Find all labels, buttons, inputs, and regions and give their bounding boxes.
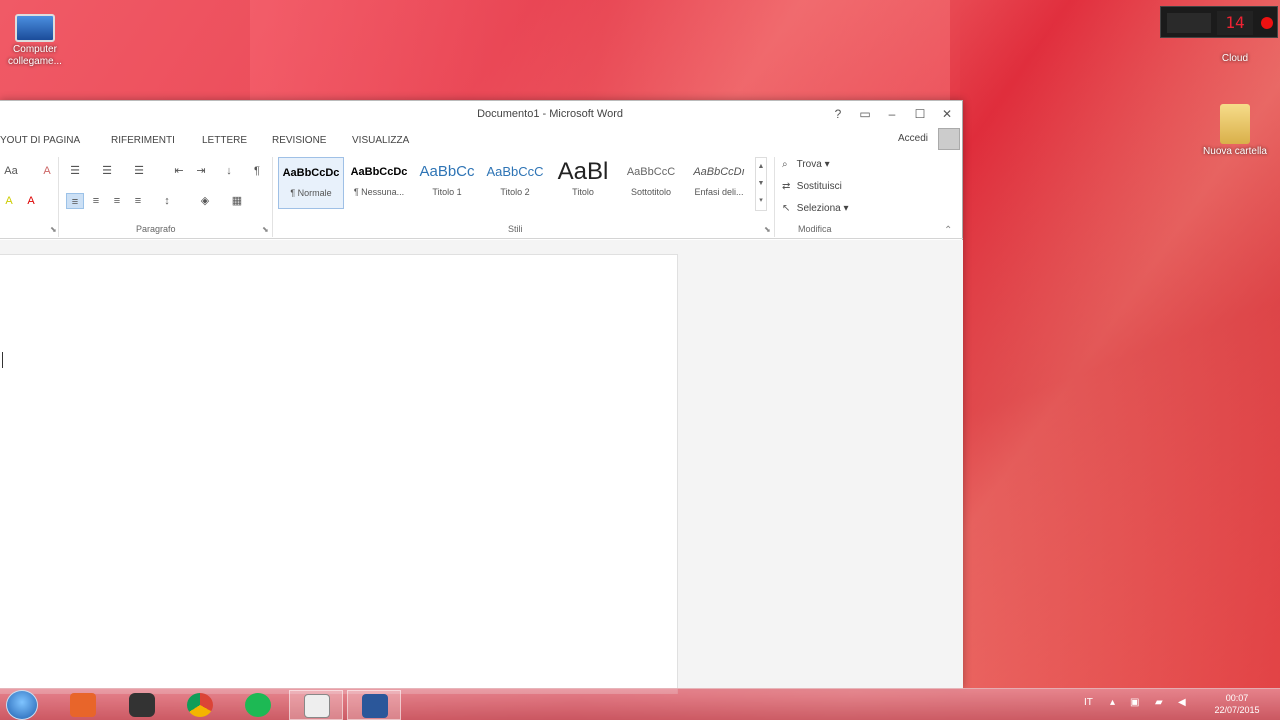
document-area — [0, 240, 963, 694]
show-hidden-icons-icon[interactable]: ▴ — [1110, 697, 1115, 708]
taskbar-app-chrome[interactable] — [173, 690, 227, 720]
line-spacing-icon[interactable]: ↕ — [158, 193, 176, 209]
taskbar-app-power[interactable] — [56, 690, 110, 720]
desktop-icon-label: Nuova cartella — [1203, 146, 1267, 157]
style-subtitle[interactable]: AaBbCcC Sottotitolo — [618, 157, 684, 209]
taskbar-app-notepad[interactable] — [289, 690, 343, 720]
notepad-icon — [304, 694, 330, 718]
word-window: Documento1 - Microsoft Word ? ▭ – ☐ ✕ YO… — [0, 100, 963, 694]
desktop-gadget[interactable]: 14 — [1160, 6, 1278, 38]
taskbar-app-word[interactable] — [347, 690, 401, 720]
collapse-ribbon-icon[interactable]: ⌃ — [944, 225, 952, 236]
volume-icon[interactable]: ◀ — [1178, 697, 1186, 708]
computer-icon — [15, 14, 55, 42]
justify-icon[interactable]: ≡ — [129, 193, 147, 209]
multilevel-list-icon[interactable]: ☰ — [130, 163, 148, 179]
font-dialog-launcher-icon[interactable]: ⬊ — [50, 225, 57, 234]
tab-view[interactable]: VISUALIZZA — [352, 135, 409, 146]
clock-time: 00:07 — [1225, 693, 1249, 703]
clear-formatting-icon[interactable]: A — [38, 163, 56, 179]
paragraph-dialog-launcher-icon[interactable]: ⬊ — [262, 225, 269, 234]
align-left-icon[interactable]: ≡ — [66, 193, 84, 209]
signin-link[interactable]: Accedi — [898, 133, 928, 144]
word-icon — [362, 694, 388, 718]
style-normal[interactable]: AaBbCcDc ¶ Normale — [278, 157, 344, 209]
bullets-icon[interactable]: ☰ — [66, 163, 84, 179]
maximize-button[interactable]: ☐ — [910, 105, 930, 123]
help-button[interactable]: ? — [828, 105, 848, 123]
gadget-panel — [1167, 13, 1211, 33]
chrome-icon — [187, 693, 213, 717]
style-no-spacing[interactable]: AaBbCcDc ¶ Nessuna... — [346, 157, 412, 209]
text-caret — [2, 352, 3, 368]
group-separator — [58, 157, 59, 237]
styles-dialog-launcher-icon[interactable]: ⬊ — [764, 225, 771, 234]
select-button[interactable]: ↖ Seleziona ▾ — [782, 203, 849, 214]
tab-review[interactable]: REVISIONE — [272, 135, 326, 146]
start-button[interactable] — [6, 690, 38, 720]
align-right-icon[interactable]: ≡ — [108, 193, 126, 209]
record-icon — [1261, 17, 1273, 29]
minimize-button[interactable]: – — [882, 105, 902, 123]
taskbar-app-webcam[interactable] — [115, 690, 169, 720]
taskbar-app-spotify[interactable] — [231, 690, 285, 720]
style-heading-2[interactable]: AaBbCcC Titolo 2 — [482, 157, 548, 209]
group-separator — [272, 157, 273, 237]
folder-icon — [1220, 104, 1250, 144]
change-case-button[interactable]: Aa — [0, 163, 22, 179]
decrease-indent-icon[interactable]: ⇤ — [170, 163, 188, 179]
tab-layout[interactable]: YOUT DI PAGINA — [0, 135, 80, 146]
tab-mailings[interactable]: LETTERE — [202, 135, 247, 146]
clock-date: 22/07/2015 — [1214, 705, 1260, 715]
taskbar-clock[interactable]: 00:07 22/07/2015 — [1200, 692, 1274, 716]
title-bar[interactable]: Documento1 - Microsoft Word ? ▭ – ☐ ✕ — [0, 101, 963, 129]
shading-icon[interactable]: ◈ — [196, 193, 214, 209]
document-page[interactable] — [0, 254, 678, 694]
show-formatting-icon[interactable]: ¶ — [248, 163, 266, 179]
numbering-icon[interactable]: ☰ — [98, 163, 116, 179]
borders-icon[interactable]: ▦ — [228, 193, 246, 209]
power-app-icon — [70, 693, 96, 717]
network-icon[interactable]: ▣ — [1130, 697, 1139, 708]
taskbar: IT ▴ ▣ ▰ ◀ 00:07 22/07/2015 — [0, 688, 1280, 720]
cursor-icon: ↖ — [782, 203, 791, 214]
styles-group-label: Stili — [508, 224, 523, 234]
close-button[interactable]: ✕ — [937, 105, 957, 123]
align-center-icon[interactable]: ≡ — [87, 193, 105, 209]
styles-gallery-scroll[interactable]: ▲ ▼ ▾ — [755, 157, 767, 211]
avatar[interactable] — [938, 128, 960, 150]
desktop-icon-label: Computer collegame... — [8, 44, 62, 67]
gadget-counter: 14 — [1217, 11, 1253, 35]
binoculars-icon: ⌕ — [782, 159, 788, 170]
spotify-icon — [245, 693, 271, 717]
increase-indent-icon[interactable]: ⇥ — [192, 163, 210, 179]
language-indicator[interactable]: IT — [1084, 697, 1093, 708]
style-title[interactable]: AaBl Titolo — [550, 157, 616, 209]
group-separator — [774, 157, 775, 237]
paragraph-group-label: Paragrafo — [136, 224, 176, 234]
replace-button[interactable]: ⇄ Sostituisci — [782, 181, 842, 192]
tab-references[interactable]: RIFERIMENTI — [111, 135, 175, 146]
ribbon-display-options-button[interactable]: ▭ — [855, 105, 875, 123]
wallpaper-streak — [250, 0, 950, 100]
sort-icon[interactable]: ↓ — [220, 163, 238, 179]
ribbon: Aa A A A ☰ ☰ ☰ ⇤ ⇥ ↓ ¶ ≡ ≡ ≡ ≡ ↕ ◈ ▦ Par… — [0, 151, 963, 239]
find-button[interactable]: ⌕ Trova ▾ — [782, 159, 830, 170]
window-title: Documento1 - Microsoft Word — [477, 108, 623, 120]
desktop-icon-computer[interactable]: Computer collegame... — [0, 8, 70, 68]
highlight-icon[interactable]: A — [0, 193, 18, 209]
font-color-icon[interactable]: A — [22, 193, 40, 209]
style-heading-1[interactable]: AaBbCc Titolo 1 — [414, 157, 480, 209]
styles-gallery: AaBbCcDc ¶ Normale AaBbCcDc ¶ Nessuna...… — [278, 157, 756, 211]
style-subtle-emphasis[interactable]: AaBbCcDı Enfasi deli... — [686, 157, 752, 209]
desktop-icon-cloud[interactable]: Cloud — [1200, 36, 1270, 65]
desktop-icon-label: Cloud — [1221, 53, 1249, 64]
webcam-app-icon — [129, 693, 155, 717]
desktop-icon-folder[interactable]: Nuova cartella — [1200, 104, 1270, 158]
replace-icon: ⇄ — [782, 181, 791, 192]
signal-icon[interactable]: ▰ — [1155, 697, 1163, 708]
editing-group-label: Modifica — [798, 224, 832, 234]
